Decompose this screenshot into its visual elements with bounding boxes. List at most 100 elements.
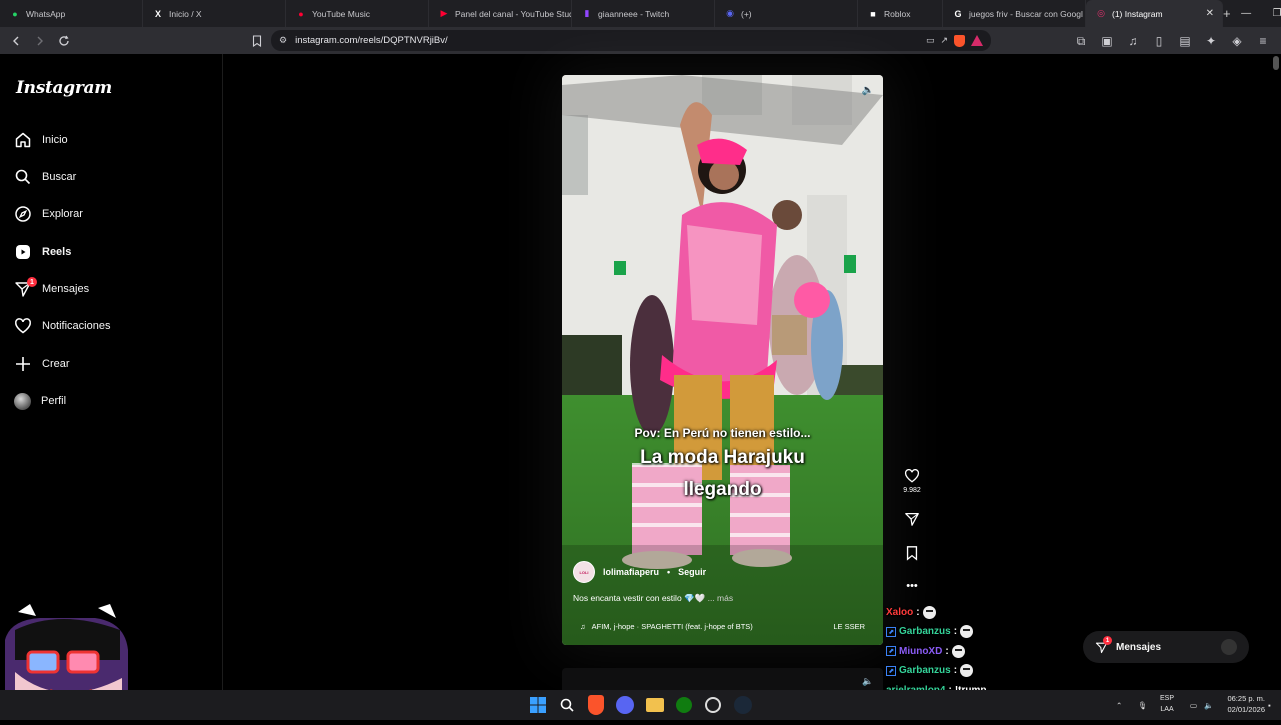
- back-button[interactable]: [6, 31, 26, 51]
- messages-pill[interactable]: 1 Mensajes: [1083, 631, 1249, 663]
- arrow-left-icon: [13, 36, 19, 46]
- nav-explorar[interactable]: Explorar: [14, 202, 83, 226]
- scrollbar-thumb[interactable]: [1273, 56, 1279, 70]
- share-icon[interactable]: ↗: [940, 35, 948, 46]
- wallet-card-icon[interactable]: ▤: [1175, 31, 1195, 51]
- next-reel-volume-icon[interactable]: 🔈: [862, 676, 873, 687]
- page-scrollbar[interactable]: [1273, 54, 1279, 690]
- browser-tab[interactable]: ● YouTube Music: [286, 0, 429, 27]
- instagram-logo[interactable]: Instagram: [16, 78, 112, 98]
- network-icon[interactable]: ▭: [1190, 690, 1197, 720]
- browser-tab[interactable]: Gjuegos friv - Buscar con Googl: [943, 0, 1086, 27]
- clock-time: 06:25 p. m.: [1227, 694, 1265, 703]
- notifications-icon[interactable]: ▪: [1268, 690, 1271, 720]
- google-icon: G: [954, 8, 962, 19]
- chat-username: Garbanzus: [899, 665, 951, 676]
- tab-close-icon[interactable]: ✕: [1206, 8, 1214, 19]
- input-language[interactable]: ESP LAA: [1160, 693, 1174, 715]
- follow-button[interactable]: Seguir: [678, 567, 706, 577]
- chat-username: Xaloo: [886, 606, 914, 618]
- reel-video-frame: [562, 75, 883, 645]
- instagram-sidebar: Instagram Inicio Buscar Explorar Reels 1…: [0, 54, 223, 690]
- share-button[interactable]: [900, 511, 924, 527]
- chat-message: Xaloo:: [886, 603, 936, 621]
- browser-tab[interactable]: ■ Roblox: [858, 0, 943, 27]
- browser-tab[interactable]: ◎ (1) Instagram ✕: [1086, 0, 1223, 27]
- reel-description[interactable]: Nos encanta vestir con estilo 💎🤍 ... más: [573, 593, 733, 604]
- volume-icon[interactable]: 🔈: [861, 83, 875, 97]
- volume-tray-icon[interactable]: 🔈: [1204, 690, 1213, 720]
- new-tab-button[interactable]: +: [1223, 0, 1231, 27]
- compass-icon: [15, 206, 31, 222]
- file-explorer-icon[interactable]: [646, 698, 664, 712]
- browser-tab[interactable]: X Inicio / X: [143, 0, 286, 27]
- reel-video[interactable]: 🔈 Pov: En Perú no tienen estilo... La mo…: [562, 75, 883, 645]
- steam-icon[interactable]: [734, 696, 752, 714]
- windows-start-icon[interactable]: [528, 695, 548, 715]
- chat-username: Garbanzus: [899, 626, 951, 637]
- brave-icon[interactable]: [588, 695, 604, 715]
- browser-tab[interactable]: ◉ (+): [715, 0, 858, 27]
- menu-icon[interactable]: ≡: [1253, 31, 1273, 51]
- obs-icon[interactable]: [705, 697, 721, 713]
- nav-buscar[interactable]: Buscar: [14, 165, 76, 189]
- send-icon: [905, 513, 919, 526]
- bookmark-icon: [252, 35, 262, 47]
- bookmark-button[interactable]: [247, 31, 267, 51]
- taskbar-search-icon[interactable]: [557, 695, 577, 715]
- nav-reels[interactable]: Reels: [14, 240, 71, 264]
- brave-shields-icon[interactable]: [954, 34, 965, 47]
- reel-caption-line2: La moda Harajuku: [640, 447, 805, 468]
- nav-inicio[interactable]: Inicio: [14, 128, 68, 152]
- more-options-button[interactable]: •••: [900, 580, 924, 592]
- microphone-icon[interactable]: 🎙: [1138, 690, 1148, 720]
- like-button[interactable]: 9.982: [900, 468, 924, 494]
- nav-label: Reels: [42, 246, 72, 258]
- tab-label: juegos friv - Buscar con Googl: [969, 8, 1083, 19]
- reel-audio[interactable]: ♫ AFIM, j-hope · SPAGHETTI (feat. j-hope…: [562, 615, 883, 637]
- chat-emote-icon: [960, 664, 974, 677]
- messages-pill-label: Mensajes: [1116, 641, 1162, 653]
- messages-badge: 1: [1103, 636, 1112, 645]
- leo-ai-icon[interactable]: ✦: [1201, 31, 1221, 51]
- chat-badge-icon: ⬈: [886, 665, 896, 676]
- author-username[interactable]: lolimafiaperu: [603, 567, 659, 577]
- discord-icon[interactable]: [616, 696, 634, 714]
- minimize-button[interactable]: —: [1231, 0, 1262, 27]
- restore-button[interactable]: ❐: [1262, 0, 1281, 27]
- cast-icon[interactable]: ▭: [926, 35, 935, 46]
- bookmark-icon: [906, 546, 918, 561]
- more-link[interactable]: ... más: [708, 593, 734, 603]
- twitch-icon: ▮: [584, 8, 590, 18]
- next-reel-preview[interactable]: [562, 668, 883, 690]
- url-text: instagram.com/reels/DQPTNVRjiBv/: [295, 35, 448, 46]
- nav-crear[interactable]: Crear: [14, 352, 70, 376]
- media-icon[interactable]: ♫: [1123, 31, 1143, 51]
- instagram-page: Instagram Inicio Buscar Explorar Reels 1…: [0, 54, 1281, 690]
- vpn-icon[interactable]: ◈: [1227, 31, 1247, 51]
- extensions-icon[interactable]: ⧉: [1071, 31, 1091, 51]
- reels-icon: [16, 245, 30, 259]
- nav-mensajes[interactable]: 1 Mensajes: [14, 277, 89, 301]
- reload-button[interactable]: [54, 31, 74, 51]
- wallet-icon[interactable]: ▣: [1097, 31, 1117, 51]
- save-button[interactable]: [900, 545, 924, 561]
- browser-toolbar: ⚙ instagram.com/reels/DQPTNVRjiBv/ ▭ ↗ ⧉…: [0, 27, 1281, 54]
- tray-chevron-icon[interactable]: ⌃: [1116, 690, 1122, 720]
- browser-tab[interactable]: ▶ Panel del canal - YouTube Stud: [429, 0, 572, 27]
- system-clock[interactable]: 06:25 p. m. 02/01/2026: [1227, 693, 1265, 715]
- nav-notificaciones[interactable]: Notificaciones: [14, 314, 110, 338]
- xbox-icon[interactable]: [676, 697, 692, 713]
- sidebar-icon[interactable]: ▯: [1149, 31, 1169, 51]
- nav-perfil[interactable]: Perfil: [14, 389, 66, 413]
- tab-label: (1) Instagram: [1112, 8, 1163, 19]
- browser-tab[interactable]: ▮ giaanneee - Twitch: [572, 0, 715, 27]
- browser-tab[interactable]: ● WhatsApp: [0, 0, 143, 27]
- chat-separator: :: [916, 606, 920, 618]
- address-bar[interactable]: ⚙ instagram.com/reels/DQPTNVRjiBv/ ▭ ↗: [271, 30, 991, 51]
- site-info-icon[interactable]: ⚙: [279, 35, 287, 46]
- author-avatar[interactable]: LOLI: [573, 561, 595, 583]
- forward-button[interactable]: [30, 31, 50, 51]
- heart-icon: [904, 468, 920, 483]
- brave-rewards-icon[interactable]: [971, 35, 983, 46]
